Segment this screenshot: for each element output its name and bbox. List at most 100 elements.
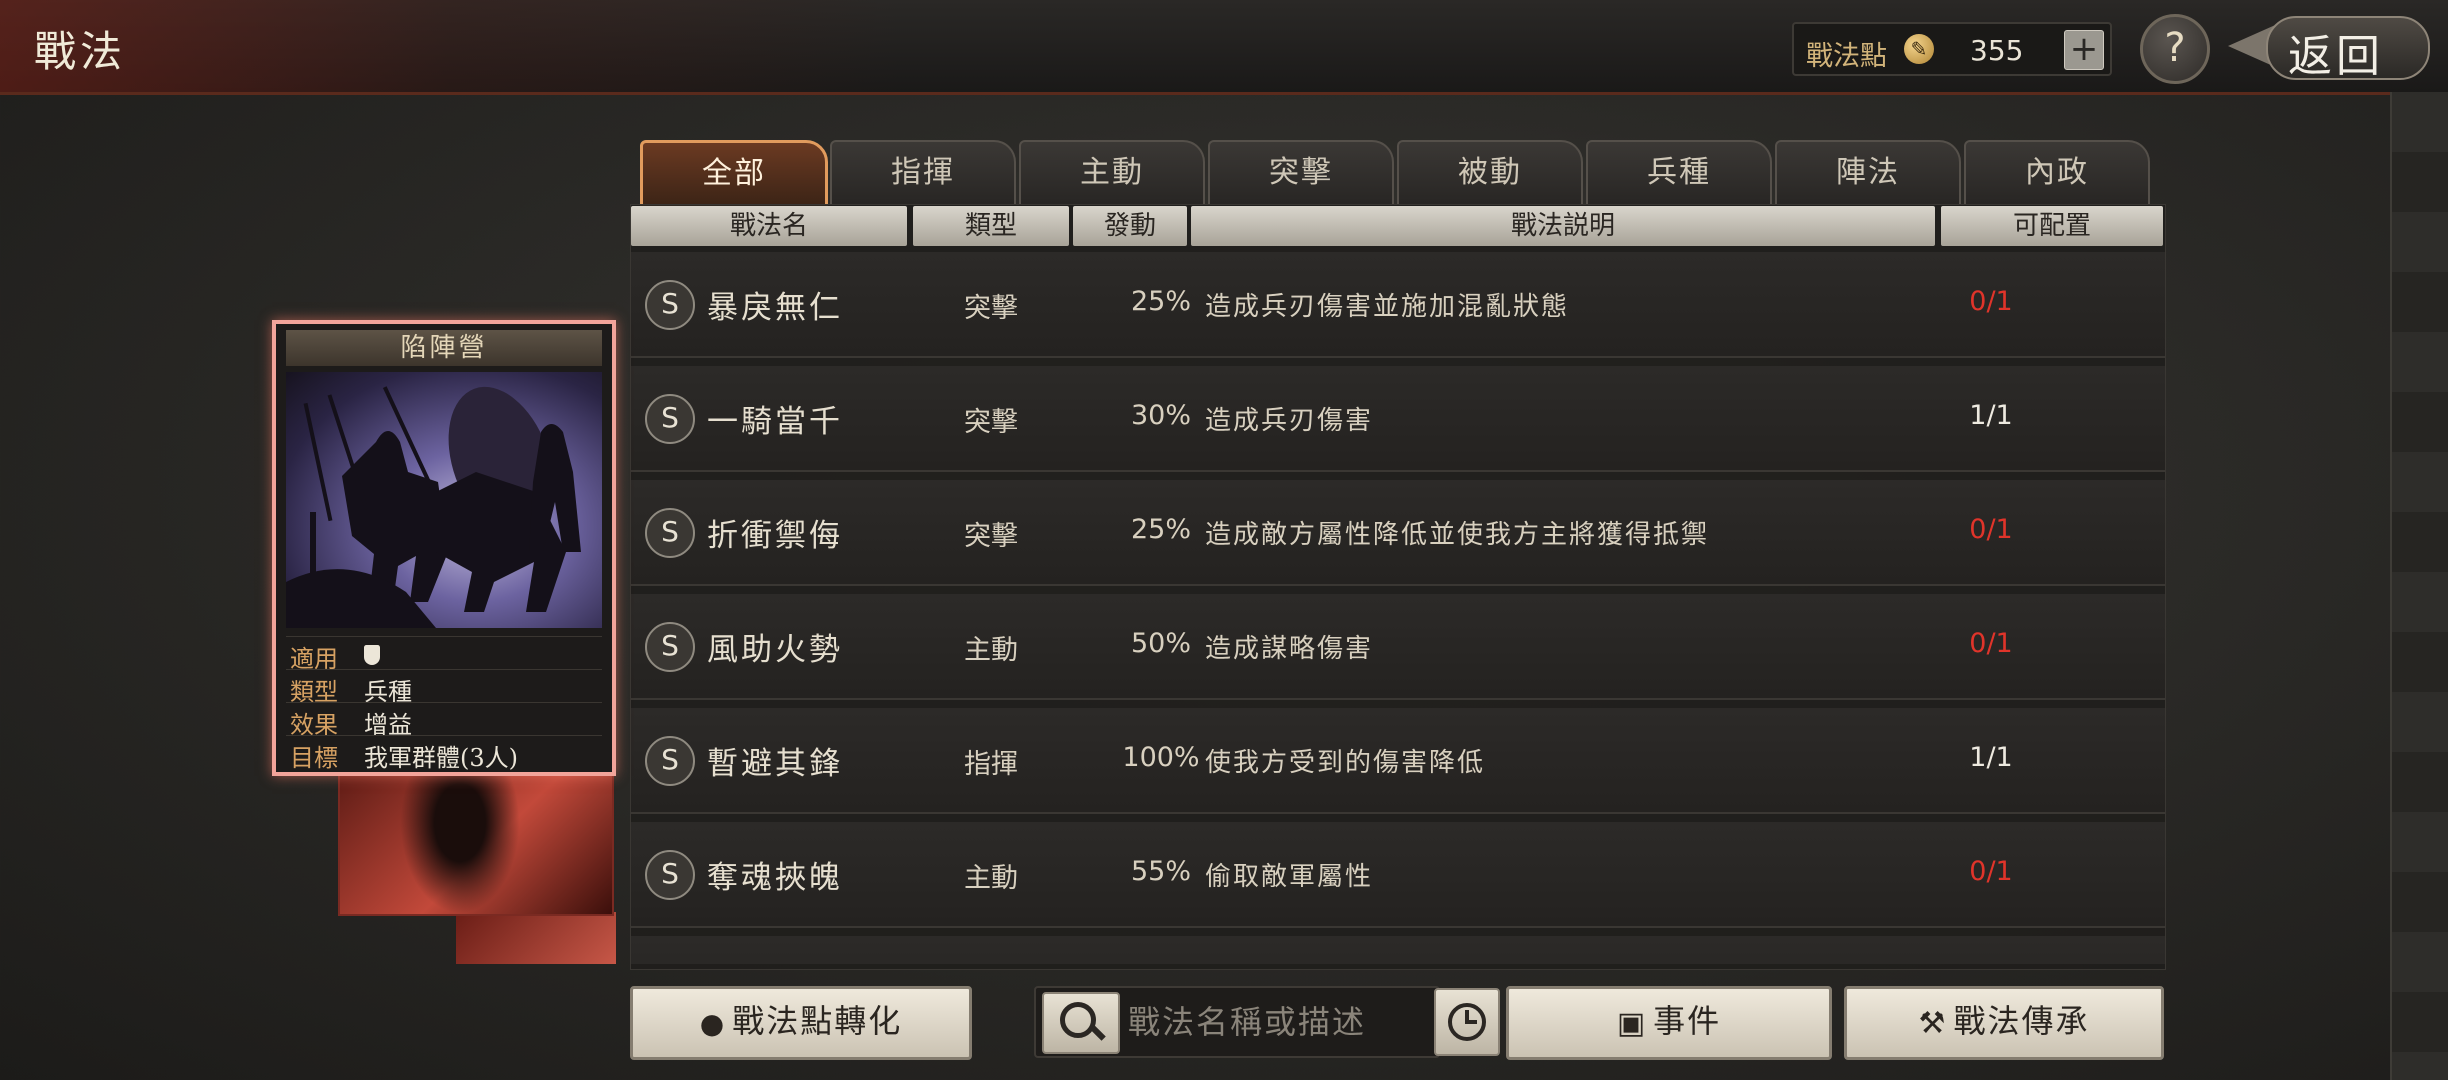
tactic-rate: 55% — [1130, 856, 1191, 887]
tab-command[interactable]: 指揮 — [830, 140, 1016, 204]
tactic-name: 暫避其鋒 — [707, 746, 843, 782]
tactic-name: 風助火勢 — [707, 632, 843, 668]
tactic-rate: 50% — [1130, 628, 1191, 659]
book-icon: ▣ — [1616, 1005, 1648, 1041]
grade-s-icon: S — [645, 850, 695, 900]
tactic-description: 造成謀略傷害 — [1205, 634, 1374, 664]
tactic-name: 一騎當千 — [707, 404, 843, 440]
column-header-description: 戰法説明 — [1191, 206, 1935, 246]
right-frame-decoration — [2390, 92, 2448, 1080]
tactic-name: 奪魂挾魄 — [707, 860, 843, 896]
tactic-name: 暴戾無仁 — [707, 290, 843, 326]
tab-troop-type[interactable]: 兵種 — [1586, 140, 1772, 204]
tactic-type: 指揮 — [964, 749, 1018, 780]
tactic-description: 偷取敵軍屬性 — [1205, 862, 1374, 892]
card-info-row: 適用 — [286, 636, 602, 673]
card-info-value — [364, 639, 380, 671]
tactic-type: 主動 — [964, 635, 1018, 666]
table-row[interactable]: S 風助火勢 主動 50% 造成謀略傷害 0/1 — [631, 594, 2165, 700]
soldiers-silhouette-image — [286, 386, 581, 628]
table-row[interactable]: S 暫避其鋒 指揮 100% 使我方受到的傷害降低 1/1 — [631, 708, 2165, 814]
card-title: 陷陣營 — [286, 330, 602, 366]
flame-icon: ● — [699, 1006, 727, 1040]
card-info-value: 我軍群體(3人) — [364, 744, 518, 772]
tactic-description: 造成兵刃傷害並施加混亂狀態 — [1205, 292, 1570, 322]
back-button[interactable]: 返回 — [2228, 12, 2438, 82]
table-row[interactable]: S 奪魂挾魄 主動 55% 偷取敵軍屬性 0/1 — [631, 822, 2165, 928]
table-row[interactable]: S 折衝禦侮 突擊 25% 造成敵方屬性降低並使我方主將獲得抵禦 0/1 — [631, 480, 2165, 586]
card-info-table: 適用 類型 兵種 效果 增益 目標 我軍群體(3人) — [286, 636, 602, 772]
column-header-rate[interactable]: 發動 — [1073, 206, 1187, 246]
tactic-configurable: 0/1 — [1969, 286, 2013, 317]
tab-active[interactable]: 主動 — [1019, 140, 1205, 204]
grade-s-icon: S — [645, 508, 695, 558]
tactic-name: 折衝禦侮 — [707, 518, 843, 554]
tactic-rate: 30% — [1130, 400, 1191, 431]
events-label: 事件 — [1653, 1002, 1722, 1040]
tactic-configurable: 0/1 — [1969, 514, 2013, 545]
table-header: 戰法名 類型 發動 戰法説明 可配置 — [631, 206, 2165, 248]
category-tabs: 全部 指揮 主動 突擊 被動 兵種 陣法 內政 — [640, 140, 2150, 208]
search-icon — [1060, 1002, 1096, 1038]
tactic-description: 造成敵方屬性降低並使我方主將獲得抵禦 — [1205, 520, 1710, 550]
title-backdrop — [0, 0, 900, 92]
search-input[interactable] — [1126, 998, 1430, 1046]
card-info-row: 目標 我軍群體(3人) — [286, 735, 602, 772]
tactic-points-counter: 戰法點 ✎ 355 + — [1792, 22, 2112, 76]
clock-hand-icon — [1465, 1020, 1477, 1024]
grade-s-icon: S — [645, 622, 695, 672]
tactic-rate: 25% — [1130, 286, 1191, 317]
tab-all[interactable]: 全部 — [640, 140, 828, 208]
add-points-button[interactable]: + — [2064, 30, 2104, 70]
search-button[interactable] — [1042, 992, 1120, 1054]
points-label: 戰法點 — [1806, 41, 1887, 72]
tab-passive[interactable]: 被動 — [1397, 140, 1583, 204]
tactic-configurable: 1/1 — [1969, 742, 2013, 773]
tactic-type: 突擊 — [964, 407, 1018, 438]
help-button[interactable]: ? — [2140, 14, 2210, 84]
search-icon-handle — [1090, 1025, 1106, 1041]
grade-s-icon: S — [645, 736, 695, 786]
top-bar: 戰法 戰法點 ✎ 355 + ? 返回 — [0, 0, 2448, 95]
table-row[interactable]: S 一騎當千 突擊 30% 造成兵刃傷害 1/1 — [631, 366, 2165, 472]
tactic-inherit-button[interactable]: ⚒ 戰法傳承 — [1844, 986, 2164, 1060]
column-header-configurable[interactable]: 可配置 — [1941, 206, 2163, 246]
card-info-row: 類型 兵種 — [286, 669, 602, 706]
tactic-rate: 100% — [1122, 742, 1200, 773]
tactic-configurable: 1/1 — [1969, 400, 2013, 431]
tab-internal-affairs[interactable]: 內政 — [1964, 140, 2150, 204]
tab-formation[interactable]: 陣法 — [1775, 140, 1961, 204]
grade-s-icon: S — [645, 394, 695, 444]
tactic-type: 突擊 — [964, 521, 1018, 552]
hammer-icon: ⚒ — [1918, 1005, 1948, 1041]
back-button-label: 返回 — [2288, 31, 2384, 82]
stacked-card-back — [456, 912, 616, 964]
points-coin-icon: ✎ — [1904, 34, 1934, 64]
stacked-card-back — [338, 760, 614, 916]
card-artwork — [286, 372, 602, 628]
convert-points-label: 戰法點轉化 — [732, 1002, 903, 1040]
table-row[interactable]: S 暴戾無仁 突擊 25% 造成兵刃傷害並施加混亂狀態 0/1 — [631, 252, 2165, 358]
table-row-partial[interactable] — [631, 936, 2165, 964]
tactic-type: 主動 — [964, 863, 1018, 894]
column-header-type[interactable]: 類型 — [913, 206, 1069, 246]
points-value: 355 — [1970, 34, 2024, 67]
tactic-type: 突擊 — [964, 293, 1018, 324]
warrior-silhouette — [400, 762, 520, 914]
page-title: 戰法 — [34, 27, 127, 76]
selected-tactic-card[interactable]: 陷陣營 適用 類型 兵種 效果 增益 目標 我軍群體(3人) — [272, 320, 616, 776]
search-bar — [1034, 986, 1440, 1058]
tactic-description: 造成兵刃傷害 — [1205, 406, 1374, 436]
card-info-key: 目標 — [290, 744, 338, 772]
tactic-configurable: 0/1 — [1969, 856, 2013, 887]
shield-icon — [364, 645, 380, 665]
events-button[interactable]: ▣ 事件 — [1506, 986, 1832, 1060]
convert-points-button[interactable]: ● 戰法點轉化 — [630, 986, 972, 1060]
tactic-inherit-label: 戰法傳承 — [1953, 1002, 2090, 1040]
tactics-table: S 暴戾無仁 突擊 25% 造成兵刃傷害並施加混亂狀態 0/1 S 一騎當千 突… — [631, 252, 2165, 964]
history-button[interactable] — [1434, 988, 1500, 1056]
tab-assault[interactable]: 突擊 — [1208, 140, 1394, 204]
tactic-description: 使我方受到的傷害降低 — [1205, 748, 1486, 778]
card-info-row: 效果 增益 — [286, 702, 602, 739]
column-header-name[interactable]: 戰法名 — [631, 206, 907, 246]
